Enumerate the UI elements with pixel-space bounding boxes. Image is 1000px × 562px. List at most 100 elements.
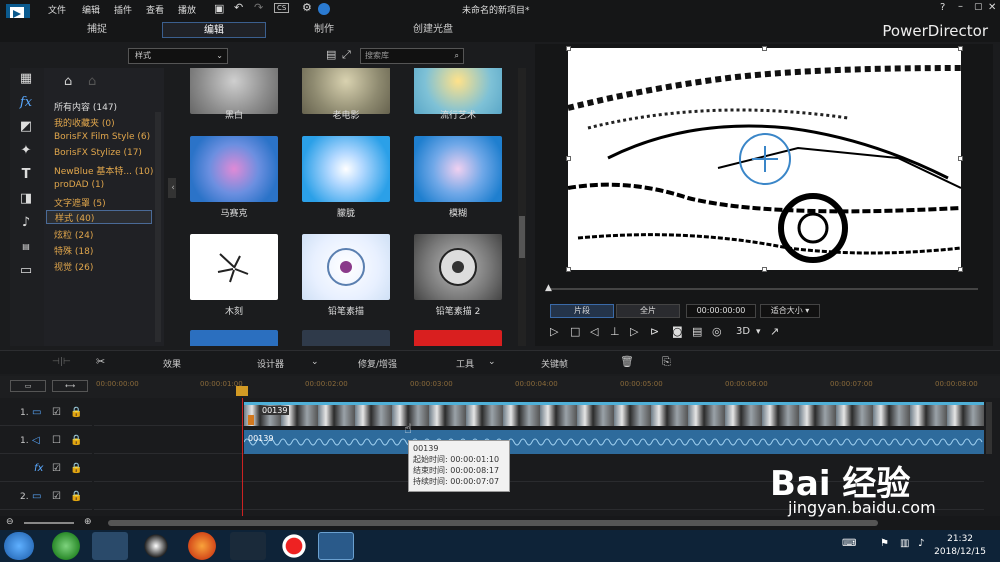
media-room-icon[interactable]: ▦ [18,72,34,86]
track-scrollbar[interactable] [986,402,992,454]
subtitle-room-icon[interactable]: ▤ [18,240,34,254]
effect-thumbnail[interactable] [414,330,502,346]
horizontal-scrollbar[interactable] [108,520,878,526]
previous-frame-icon[interactable]: ◁ [590,325,598,338]
preview-canvas[interactable] [568,48,961,270]
expand-icon[interactable]: ⤢ [342,48,351,62]
movie-mode-button[interactable]: 全片 [616,304,680,318]
category-item-selected[interactable]: 样式 (40) [46,210,152,224]
particle-room-icon[interactable]: ✦ [18,144,34,158]
pip-room-icon[interactable]: ◩ [18,120,34,134]
play-icon[interactable]: ▷ [550,325,558,338]
fx-room-icon[interactable]: fx [18,96,34,110]
category-item[interactable]: 我的收藏夹 (0) [54,116,115,129]
designer-button[interactable]: 设计器 [257,357,284,370]
category-item[interactable]: BorisFX Stylize (17) [54,148,142,158]
resize-handle[interactable] [566,267,571,272]
preview-scrubber[interactable] [548,288,978,290]
network-icon[interactable]: ▥ [900,538,909,549]
category-item[interactable]: 文字遮罩 (5) [54,196,106,209]
minimize-icon[interactable]: – [958,1,963,12]
fast-forward-icon[interactable]: ⊳ [650,325,659,338]
explorer-icon[interactable] [92,532,128,560]
grid-view-icon[interactable]: ▤ [326,48,336,61]
category-item[interactable]: NewBlue 基本特... (10) [54,164,153,177]
checkbox-icon[interactable]: ☑ [52,463,61,474]
resize-handle[interactable] [566,46,571,51]
playhead-icon[interactable] [236,386,248,396]
resize-handle[interactable] [958,267,963,272]
close-icon[interactable]: ✕ [988,2,996,13]
search-icon[interactable]: ⌕ [455,49,459,63]
category-scrollbar[interactable] [155,112,161,342]
effects-button[interactable]: 效果 [163,357,181,370]
add-tag-icon[interactable]: ⌂ [64,74,72,89]
resize-handle[interactable] [762,267,767,272]
zoom-out-icon[interactable]: ⊖ [6,517,14,527]
effect-thumbnail[interactable] [190,330,278,346]
menu-edit[interactable]: 编辑 [82,3,100,16]
category-item[interactable]: 视觉 (26) [54,260,93,273]
category-item[interactable]: 特殊 (18) [54,244,93,257]
split-icon[interactable]: ⊥ [610,325,620,338]
effect-thumbnail[interactable] [414,136,502,202]
keyframe-button[interactable]: 关键帧 [541,357,568,370]
volume-icon[interactable]: ◎ [712,325,722,338]
volume-tray-icon[interactable]: ♪ [918,538,924,549]
tab-capture[interactable]: 捕捉 [60,22,134,38]
scissors-icon[interactable]: ✂ [96,355,105,368]
effect-thumbnail[interactable] [414,234,502,300]
redo-icon[interactable]: ↷ [254,1,263,14]
zoom-level[interactable]: CS [274,3,290,13]
tools-button[interactable]: 工具 [456,357,474,370]
remove-tag-icon[interactable]: ⌂ [88,74,96,89]
help-icon[interactable]: ? [940,2,945,13]
zoom-slider[interactable] [24,522,74,524]
checkbox-icon[interactable]: ☑ [52,491,61,502]
settings-gear-icon[interactable]: ⚙ [302,1,312,14]
timecode-display[interactable]: 00:00:00:00 [686,304,756,318]
lock-icon[interactable]: 🔒 [70,407,82,418]
taskbar-clock[interactable]: 21:32 2018/12/15 [934,533,986,559]
menu-play[interactable]: 播放 [178,3,196,16]
app-360-icon[interactable] [48,532,84,560]
timeline-ruler[interactable]: ▭ ⟷ 00:00:00:00 00:00:01:00 00:00:02:00 … [0,376,1000,398]
effect-thumbnail[interactable] [302,136,390,202]
keyboard-icon[interactable]: ⌨ [842,538,856,549]
transition-room-icon[interactable]: ◨ [18,192,34,206]
checkbox-icon[interactable]: ☑ [52,407,61,418]
resize-handle[interactable] [566,156,571,161]
lock-icon[interactable]: 🔒 [70,491,82,502]
snapshot-icon[interactable]: ◙ [672,325,683,338]
firefox-icon[interactable] [184,532,220,560]
style-dropdown[interactable]: 样式 ⌄ [128,48,228,64]
stop-icon[interactable]: □ [570,325,580,338]
qq-icon[interactable] [138,532,174,560]
start-button-icon[interactable] [4,532,34,560]
zoom-in-icon[interactable]: ⊕ [84,517,92,527]
menu-plugins[interactable]: 插件 [114,3,132,16]
lock-icon[interactable]: 🔒 [70,463,82,474]
category-item[interactable]: proDAD (1) [54,180,104,190]
menu-view[interactable]: 查看 [146,3,164,16]
resize-handle[interactable] [958,156,963,161]
menu-file[interactable]: 文件 [48,3,66,16]
3d-toggle[interactable]: 3D [736,326,750,337]
fix-enhance-button[interactable]: 修复/增强 [358,357,397,370]
undo-icon[interactable]: ↶ [234,1,243,14]
category-item[interactable]: 所有内容 (147) [54,100,117,113]
chevron-down-icon[interactable]: ⌄ [311,357,319,367]
effects-scrollbar[interactable] [518,68,526,346]
chevron-down-icon[interactable]: ⌄ [488,357,496,367]
chapter-room-icon[interactable]: ▭ [18,264,34,278]
recorder-icon[interactable] [276,532,312,560]
effect-thumbnail[interactable] [302,330,390,346]
export-icon[interactable]: ⎘ [662,355,671,369]
effect-thumbnail[interactable] [190,136,278,202]
search-input[interactable]: 搜索库 ⌕ [360,48,464,64]
resize-handle[interactable] [762,46,767,51]
chevron-down-icon[interactable]: ▾ [756,327,761,337]
storyboard-toggle-icon[interactable]: ▭ [10,380,46,392]
next-frame-icon[interactable]: ▷ [630,325,638,338]
maximize-icon[interactable]: ▢ [974,2,983,12]
